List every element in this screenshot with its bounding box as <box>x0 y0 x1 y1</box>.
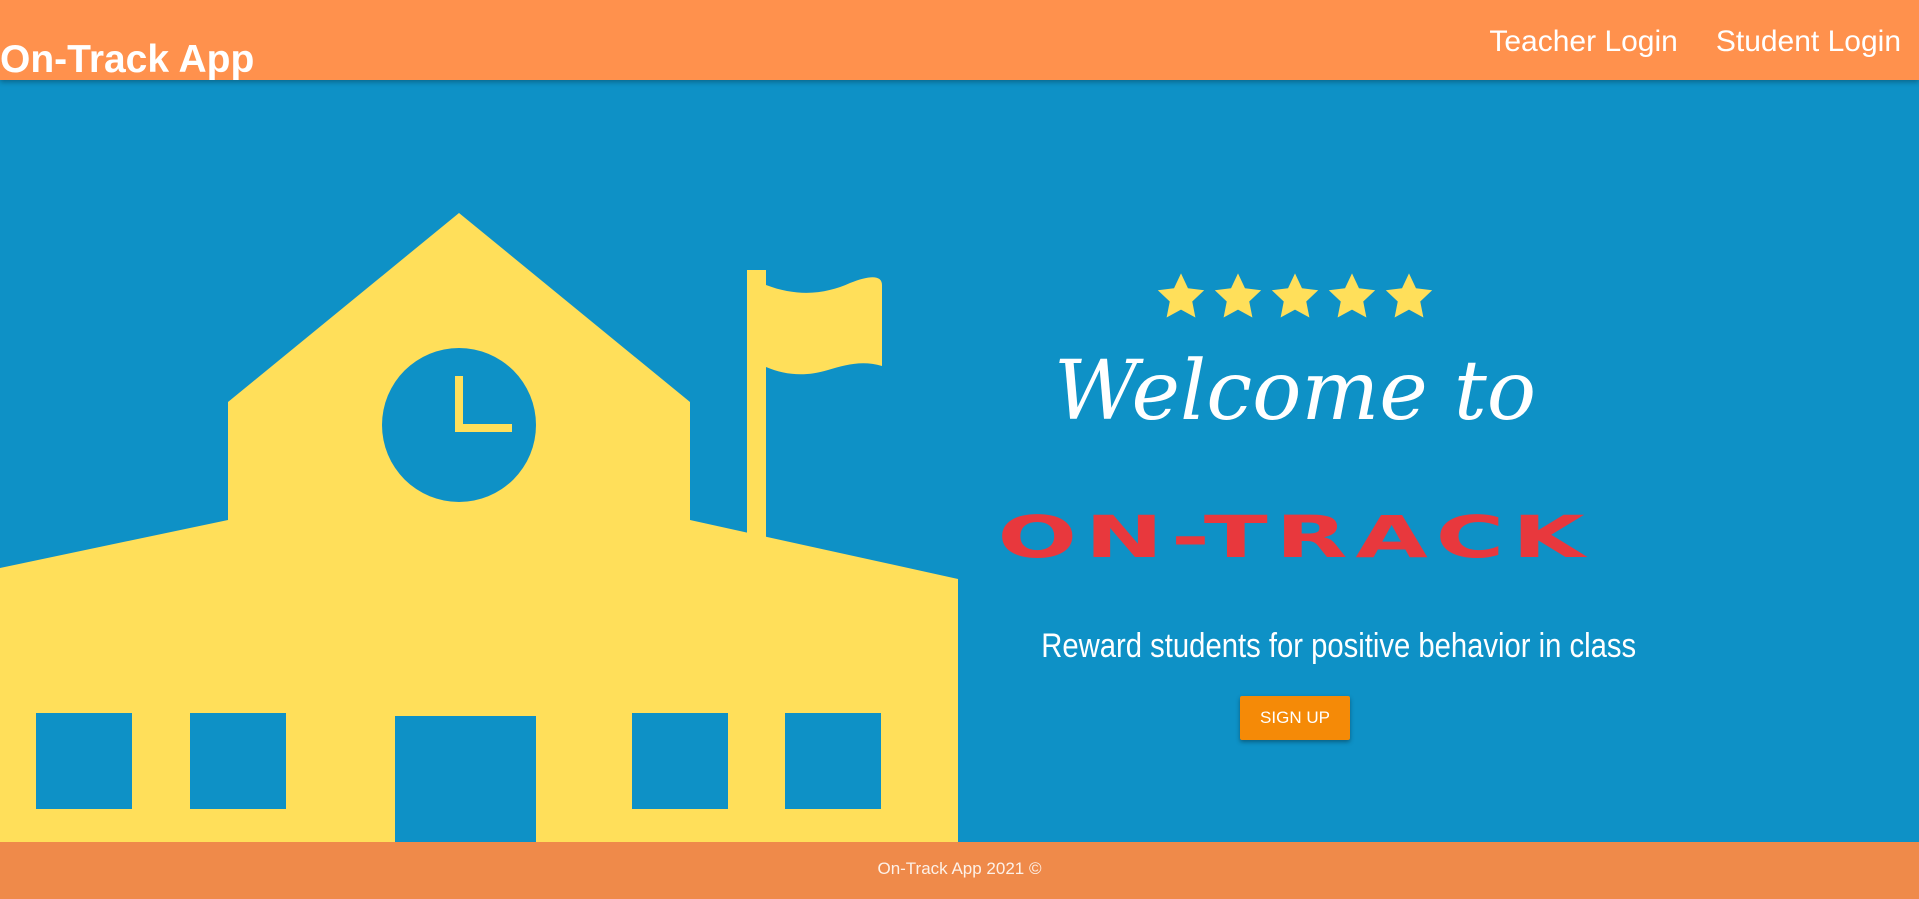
student-login-link[interactable]: Student Login <box>1716 20 1901 64</box>
sign-up-button[interactable]: SIGN UP <box>1240 696 1350 740</box>
school-building-icon <box>0 213 958 842</box>
hero-section: Welcome to ON-TRACK Reward students for … <box>0 80 1919 842</box>
top-navbar: On-Track App Teacher Login Student Login <box>0 0 1919 81</box>
nav-links: Teacher Login Student Login <box>1489 20 1901 64</box>
hero-tagline: Reward students for positive behavior in… <box>1041 627 1637 665</box>
star-icon <box>1385 273 1433 318</box>
brand-link[interactable]: On-Track App <box>0 36 254 84</box>
rating-stars <box>1000 270 1590 324</box>
star-icon <box>1328 273 1376 318</box>
star-icon <box>1157 273 1205 318</box>
hero-content: Welcome to ON-TRACK Reward students for … <box>998 270 1637 740</box>
ontrack-logo-text: ON-TRACK <box>997 503 1593 571</box>
page-footer: On-Track App 2021 © <box>0 842 1919 899</box>
star-icon <box>1271 273 1319 318</box>
footer-copyright: On-Track App 2021 © <box>877 859 1042 878</box>
teacher-login-link[interactable]: Teacher Login <box>1489 20 1677 64</box>
welcome-heading: Welcome to <box>1053 344 1537 439</box>
star-icon <box>1214 273 1262 318</box>
